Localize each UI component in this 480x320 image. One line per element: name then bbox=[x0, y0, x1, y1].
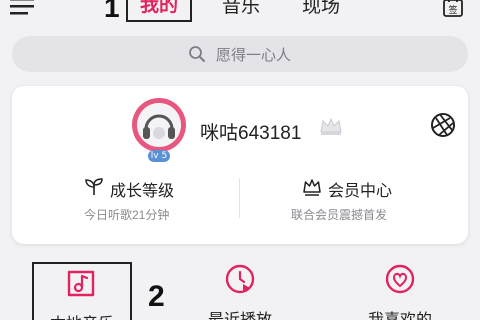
search-bar[interactable]: 愿得一心人 bbox=[12, 36, 468, 72]
search-placeholder: 愿得一心人 bbox=[216, 47, 292, 64]
username[interactable]: 咪咕643181 bbox=[200, 118, 301, 145]
level-badge: lv 5 bbox=[148, 150, 170, 162]
annotation-marker-1: 1 bbox=[104, 0, 120, 23]
divider bbox=[239, 178, 240, 218]
top-bar: 1 我的 音乐 现场 签 bbox=[0, 0, 480, 30]
local-music-icon bbox=[64, 266, 98, 300]
tab-music[interactable]: 音乐 bbox=[222, 0, 260, 20]
tab-live[interactable]: 现场 bbox=[302, 0, 340, 20]
menu-icon[interactable] bbox=[10, 0, 36, 16]
shortcut-favorites-label: 我喜欢的 bbox=[350, 306, 450, 320]
sprout-icon bbox=[84, 177, 104, 197]
sign-in-icon[interactable]: 签 bbox=[442, 0, 464, 18]
shortcut-local-music-label: 本地音乐 bbox=[34, 310, 130, 320]
annotation-marker-2: 2 bbox=[148, 280, 165, 313]
avatar[interactable]: lv 5 bbox=[132, 98, 186, 162]
sign-label: 签 bbox=[448, 4, 457, 16]
member-center-label: 会员中心 bbox=[328, 183, 393, 200]
shortcut-recent-play-label: 最近播放 bbox=[190, 306, 290, 320]
heart-icon bbox=[383, 262, 417, 296]
shortcut-favorites[interactable]: 我喜欢的 bbox=[350, 262, 450, 320]
shortcut-local-music[interactable]: 本地音乐 bbox=[32, 262, 132, 320]
shortcut-recent-play[interactable]: 最近播放 bbox=[190, 262, 290, 320]
aperture-icon[interactable] bbox=[430, 112, 456, 138]
growth-level-label: 成长等级 bbox=[110, 183, 175, 200]
headphones-avatar-icon bbox=[137, 103, 181, 147]
search-icon bbox=[188, 45, 206, 63]
member-center-sub: 联合会员震撼首发 bbox=[291, 208, 388, 222]
crown-icon[interactable] bbox=[318, 116, 344, 136]
recent-play-icon bbox=[223, 262, 257, 296]
profile-card: lv 5 咪咕643181 成长等级 今日听歌21分钟 会员中心 联合会员震撼首… bbox=[12, 86, 468, 244]
growth-level-sub: 今日听歌21分钟 bbox=[84, 208, 170, 222]
tab-mine[interactable]: 我的 bbox=[126, 0, 192, 22]
crown-outline-icon bbox=[302, 177, 322, 197]
